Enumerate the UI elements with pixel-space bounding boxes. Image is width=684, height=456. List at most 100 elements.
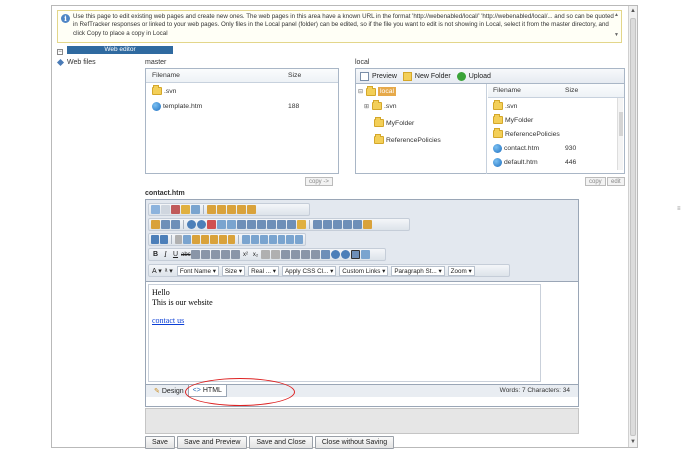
paste-word-icon[interactable] — [209, 235, 218, 244]
div-icon[interactable] — [333, 220, 342, 229]
cell-icon[interactable] — [287, 220, 296, 229]
master-row-template[interactable]: template.htm 188 — [152, 102, 332, 111]
align-right-icon[interactable] — [211, 250, 220, 259]
upload-button[interactable]: Upload — [456, 71, 491, 81]
bullet-list-icon[interactable] — [311, 250, 320, 259]
expand-icon[interactable]: ⊞ — [364, 103, 369, 110]
show-blocks-icon[interactable] — [277, 235, 286, 244]
local-row-svn[interactable]: .svn — [493, 100, 517, 110]
font-color-icon[interactable]: A ▾ — [152, 267, 162, 275]
paste-icon[interactable] — [192, 235, 201, 244]
hr-icon[interactable] — [323, 220, 332, 229]
editor-content-area[interactable]: Hello This is our website contact us — [148, 284, 541, 382]
form-icon[interactable] — [313, 220, 322, 229]
properties-icon[interactable] — [297, 220, 306, 229]
align-center-icon[interactable] — [201, 250, 210, 259]
collapse-toggle[interactable]: − — [57, 49, 63, 55]
style-icon[interactable] — [217, 205, 226, 214]
copy-to-local-button[interactable]: copy -> — [305, 177, 333, 186]
superscript-icon[interactable]: x² — [241, 252, 250, 258]
table-icon[interactable] — [161, 220, 170, 229]
tree-node-svn[interactable]: ⊞ .svn — [364, 100, 397, 110]
block-icon[interactable] — [321, 250, 330, 259]
strip-icon[interactable] — [237, 205, 246, 214]
symbol-icon[interactable] — [353, 220, 362, 229]
redo-icon[interactable] — [159, 235, 168, 244]
media-icon[interactable] — [227, 220, 236, 229]
copy-icon[interactable] — [183, 235, 192, 244]
merge-icon[interactable] — [267, 220, 276, 229]
indent-icon[interactable] — [281, 250, 290, 259]
numbered-list-icon[interactable] — [301, 250, 310, 259]
bold-icon[interactable]: B — [151, 251, 160, 258]
column-header-filename[interactable]: Filename — [493, 87, 521, 94]
scroll-down-icon[interactable]: ▼ — [613, 32, 620, 38]
paint-icon[interactable] — [247, 205, 256, 214]
paste-as-icon[interactable] — [227, 235, 236, 244]
local-grid-scrollbar[interactable] — [617, 98, 623, 170]
scroll-thumb[interactable] — [619, 112, 623, 136]
scroll-thumb[interactable] — [630, 18, 636, 436]
custom-links-dropdown[interactable]: Custom Links ▾ — [339, 265, 389, 276]
preview-button[interactable]: Preview — [360, 71, 397, 81]
format-icon[interactable] — [207, 205, 216, 214]
expand-icon[interactable]: ⊟ — [358, 88, 363, 95]
clean-icon[interactable] — [227, 205, 236, 214]
size-dropdown[interactable]: Size ▾ — [221, 265, 246, 276]
subscript-icon[interactable]: x₂ — [251, 252, 260, 258]
scroll-down-icon[interactable]: ▼ — [629, 438, 637, 446]
local-row-contact[interactable]: contact.htm 930 — [493, 144, 613, 153]
clear-format-icon[interactable] — [261, 250, 270, 259]
link-icon[interactable] — [197, 220, 206, 229]
clock-icon[interactable] — [295, 235, 303, 244]
info-scrollbar[interactable]: ▲ ▼ — [613, 12, 620, 41]
snippet-icon[interactable] — [363, 220, 372, 229]
paste-text-icon[interactable] — [201, 235, 209, 244]
undo-history-icon[interactable] — [151, 205, 160, 214]
edit-button[interactable]: edit — [607, 177, 625, 186]
undo-icon[interactable] — [151, 235, 159, 244]
paragraph-style-dropdown[interactable]: Paragraph St... ▾ — [391, 265, 445, 276]
paragraph-icon[interactable] — [268, 235, 277, 244]
copy-button[interactable]: copy — [585, 177, 606, 186]
new-page-icon[interactable] — [161, 205, 170, 214]
justify-icon[interactable] — [221, 250, 230, 259]
anchor-icon[interactable] — [207, 220, 216, 229]
design-mode-tab[interactable]: ✎ Design — [150, 385, 188, 397]
master-row-svn[interactable]: .svn — [152, 85, 176, 95]
box-icon[interactable] — [343, 220, 352, 229]
document-icon[interactable] — [286, 235, 295, 244]
highlight-color-icon[interactable]: ᵃ ▾ — [165, 267, 173, 275]
page-scrollbar[interactable]: ▲ ▼ — [628, 6, 637, 447]
scroll-up-icon[interactable]: ▲ — [629, 7, 637, 15]
scroll-up-icon[interactable]: ▲ — [613, 12, 620, 18]
cut-icon[interactable] — [174, 235, 183, 244]
select-all-icon[interactable] — [259, 235, 268, 244]
save-and-close-button[interactable]: Save and Close — [249, 436, 313, 449]
tree-item-web-files[interactable]: Web files — [56, 58, 96, 67]
outdent-icon[interactable] — [291, 250, 300, 259]
paste-html-icon[interactable] — [218, 235, 227, 244]
italic-icon[interactable]: I — [161, 251, 170, 259]
extra-icon[interactable] — [361, 250, 370, 259]
save-and-preview-button[interactable]: Save and Preview — [176, 436, 248, 449]
save-button[interactable]: Save — [145, 436, 175, 449]
local-row-myfolder[interactable]: MyFolder — [493, 114, 533, 124]
globe-icon[interactable] — [187, 220, 196, 229]
template-icon[interactable] — [191, 205, 200, 214]
close-without-saving-button[interactable]: Close without Saving — [314, 436, 395, 449]
zoom-dropdown[interactable]: Zoom ▾ — [447, 265, 475, 276]
column-icon[interactable] — [257, 220, 266, 229]
local-row-default[interactable]: default.htm 446 — [493, 158, 613, 167]
replace-icon[interactable] — [251, 235, 259, 244]
find-icon[interactable] — [242, 235, 251, 244]
highlight-icon[interactable] — [341, 250, 350, 259]
underline-icon[interactable]: U — [171, 251, 180, 258]
print-icon[interactable] — [171, 205, 180, 214]
border-icon[interactable] — [351, 250, 360, 259]
grid-icon[interactable] — [171, 220, 180, 229]
wand-icon[interactable] — [151, 220, 160, 229]
column-header-size[interactable]: Size — [288, 72, 301, 79]
new-folder-button[interactable]: New Folder — [402, 71, 451, 81]
font-name-dropdown[interactable]: Font Name ▾ — [176, 265, 219, 276]
